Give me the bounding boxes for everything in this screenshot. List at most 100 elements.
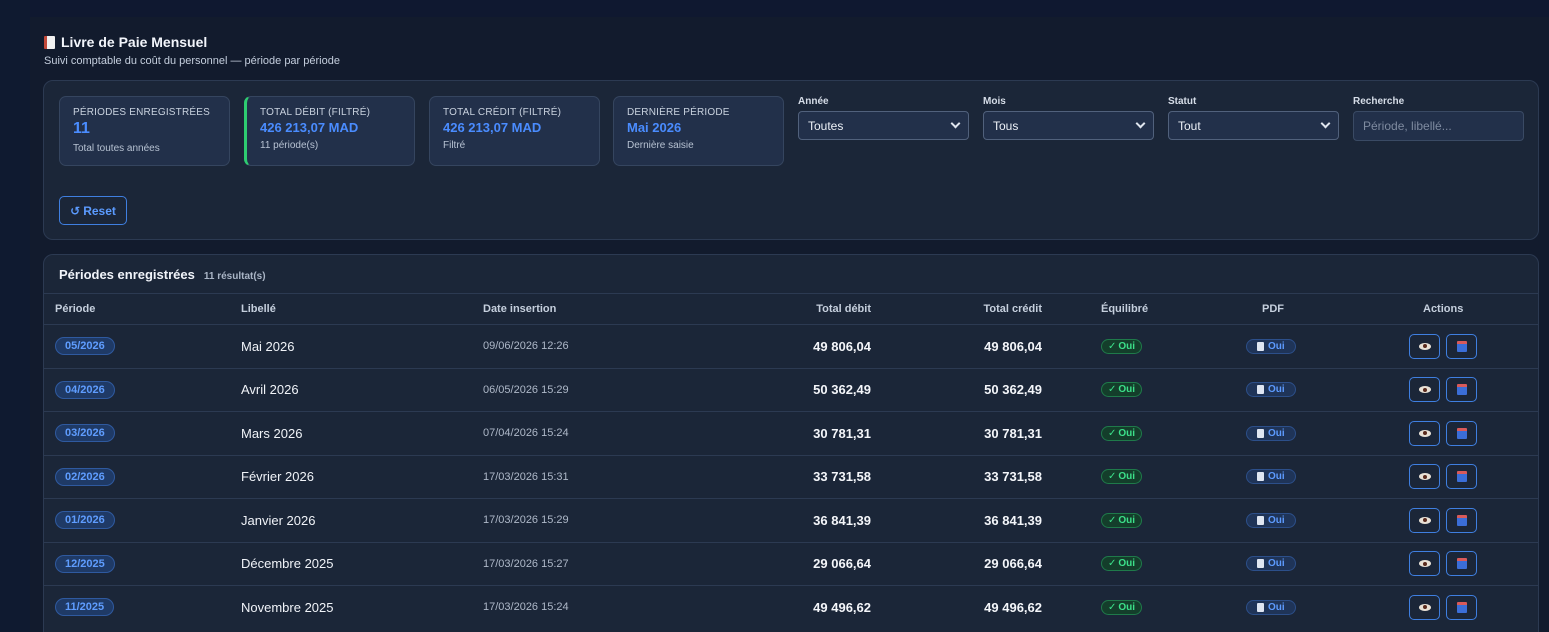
main-content: Livre de Paie Mensuel Suivi comptable du… bbox=[30, 17, 1549, 632]
table-row[interactable]: 03/2026 Mars 2026 07/04/2026 15:24 30 78… bbox=[44, 411, 1538, 455]
period-badge[interactable]: 11/2025 bbox=[55, 598, 115, 617]
pdf-badge[interactable]: Oui bbox=[1246, 556, 1296, 572]
stat-value: 11 bbox=[73, 120, 90, 137]
period-badge[interactable]: 01/2026 bbox=[55, 511, 115, 530]
stat-value: 426 213,07 MAD bbox=[260, 120, 359, 135]
statut-select[interactable]: Tout bbox=[1168, 111, 1339, 140]
pdf-badge[interactable]: Oui bbox=[1246, 512, 1296, 528]
eye-icon bbox=[1418, 560, 1431, 568]
debit-cell: 29 066,64 bbox=[813, 556, 871, 572]
table-row[interactable]: 01/2026 Janvier 2026 17/03/2026 15:29 36… bbox=[44, 498, 1538, 542]
ledger-button[interactable] bbox=[1446, 594, 1477, 620]
view-button[interactable] bbox=[1409, 333, 1440, 359]
pdf-badge[interactable]: Oui bbox=[1246, 599, 1296, 615]
pdf-value: Oui bbox=[1268, 514, 1285, 526]
pdf-value: Oui bbox=[1268, 340, 1285, 352]
actions-cell bbox=[1409, 499, 1477, 542]
credit-cell: 36 841,39 bbox=[984, 512, 1042, 528]
period-cell: 12/2025 bbox=[55, 543, 115, 586]
chevron-down-icon bbox=[1135, 118, 1146, 129]
table-title: Périodes enregistrées bbox=[59, 267, 195, 282]
pdf-cell: Oui bbox=[1246, 543, 1296, 586]
ledger-button[interactable] bbox=[1446, 507, 1477, 533]
period-badge[interactable]: 02/2026 bbox=[55, 467, 115, 486]
table-header: Périodes enregistrées 11 résultat(s) bbox=[59, 267, 266, 282]
table-row[interactable]: 12/2025 Décembre 2025 17/03/2026 15:27 2… bbox=[44, 541, 1538, 586]
view-button[interactable] bbox=[1409, 377, 1440, 403]
filter-label: Statut bbox=[1168, 96, 1197, 107]
date-cell: 07/04/2026 15:24 bbox=[483, 427, 569, 440]
period-cell: 04/2026 bbox=[55, 369, 115, 412]
stat-card-total-credit: TOTAL CRÉDIT (FILTRÉ) 426 213,07 MAD Fil… bbox=[429, 96, 600, 166]
balanced-value: Oui bbox=[1118, 384, 1136, 396]
pdf-cell: Oui bbox=[1246, 499, 1296, 542]
eye-icon bbox=[1418, 516, 1431, 524]
search-input[interactable]: Période, libellé... bbox=[1353, 111, 1524, 141]
label-cell: Novembre 2025 bbox=[241, 599, 334, 615]
table-row[interactable]: 04/2026 Avril 2026 06/05/2026 15:29 50 3… bbox=[44, 367, 1538, 412]
view-button[interactable] bbox=[1409, 551, 1440, 577]
pdf-cell: Oui bbox=[1246, 456, 1296, 499]
stat-label: DERNIÈRE PÉRIODE bbox=[627, 107, 730, 118]
check-icon: ✓ bbox=[1108, 601, 1117, 613]
annee-select[interactable]: Toutes bbox=[798, 111, 969, 140]
ledger-button[interactable] bbox=[1446, 377, 1477, 403]
credit-cell: 33 731,58 bbox=[984, 469, 1042, 485]
view-button[interactable] bbox=[1409, 464, 1440, 490]
view-button[interactable] bbox=[1409, 507, 1440, 533]
column-header: Actions bbox=[1423, 303, 1464, 315]
stat-value: Mai 2026 bbox=[627, 120, 682, 135]
label-cell: Avril 2026 bbox=[241, 382, 299, 398]
table-row[interactable]: 11/2025 Novembre 2025 17/03/2026 15:24 4… bbox=[44, 585, 1538, 629]
filter-annee: Année Toutes bbox=[798, 96, 969, 140]
ledger-button[interactable] bbox=[1446, 420, 1477, 446]
period-cell: 03/2026 bbox=[55, 412, 115, 455]
period-cell: 02/2026 bbox=[55, 456, 115, 499]
check-icon: ✓ bbox=[1108, 384, 1117, 396]
column-header: Période bbox=[55, 303, 96, 315]
balanced-badge: ✓ Oui bbox=[1101, 599, 1143, 615]
period-badge[interactable]: 12/2025 bbox=[55, 554, 115, 573]
ledger-button[interactable] bbox=[1446, 551, 1477, 577]
book-icon bbox=[1456, 601, 1467, 613]
periods-table: Période Libellé Date insertion Total déb… bbox=[44, 293, 1538, 629]
reset-icon: ↺ bbox=[70, 203, 81, 218]
view-button[interactable] bbox=[1409, 420, 1440, 446]
balance-cell: ✓ Oui bbox=[1101, 325, 1143, 368]
date-cell: 06/05/2026 15:29 bbox=[483, 383, 569, 396]
credit-cell: 30 781,31 bbox=[984, 425, 1042, 441]
period-badge[interactable]: 03/2026 bbox=[55, 424, 115, 443]
period-badge[interactable]: 05/2026 bbox=[55, 337, 115, 356]
column-header: Total débit bbox=[816, 303, 871, 315]
pdf-badge[interactable]: Oui bbox=[1246, 382, 1296, 398]
column-header: Libellé bbox=[241, 303, 276, 315]
pdf-badge[interactable]: Oui bbox=[1246, 338, 1296, 354]
label-cell: Février 2026 bbox=[241, 469, 314, 485]
actions-cell bbox=[1409, 456, 1477, 499]
credit-cell: 29 066,64 bbox=[984, 556, 1042, 572]
pdf-badge[interactable]: Oui bbox=[1246, 425, 1296, 441]
ledger-button[interactable] bbox=[1446, 333, 1477, 359]
table-row[interactable]: 05/2026 Mai 2026 09/06/2026 12:26 49 806… bbox=[44, 324, 1538, 368]
table-row[interactable]: 02/2026 Février 2026 17/03/2026 15:31 33… bbox=[44, 454, 1538, 499]
filter-mois: Mois Tous bbox=[983, 96, 1154, 140]
period-badge[interactable]: 04/2026 bbox=[55, 380, 115, 399]
page-subtitle: Suivi comptable du coût du personnel — p… bbox=[44, 55, 340, 67]
mois-select[interactable]: Tous bbox=[983, 111, 1154, 140]
reset-button[interactable]: ↺ Reset bbox=[59, 196, 127, 225]
balance-cell: ✓ Oui bbox=[1101, 499, 1143, 542]
period-cell: 11/2025 bbox=[55, 586, 115, 629]
stat-card-total-debit: TOTAL DÉBIT (FILTRÉ) 426 213,07 MAD 11 p… bbox=[244, 96, 415, 166]
stat-label: TOTAL CRÉDIT (FILTRÉ) bbox=[443, 107, 562, 118]
document-icon bbox=[1257, 602, 1264, 612]
debit-cell: 49 496,62 bbox=[813, 599, 871, 615]
page-header: Livre de Paie Mensuel Suivi comptable du… bbox=[44, 34, 340, 67]
ledger-button[interactable] bbox=[1446, 464, 1477, 490]
debit-cell: 36 841,39 bbox=[813, 512, 871, 528]
book-icon bbox=[1456, 427, 1467, 439]
balanced-value: Oui bbox=[1118, 514, 1136, 526]
credit-cell: 50 362,49 bbox=[984, 382, 1042, 398]
view-button[interactable] bbox=[1409, 594, 1440, 620]
pdf-badge[interactable]: Oui bbox=[1246, 469, 1296, 485]
balanced-value: Oui bbox=[1118, 558, 1136, 570]
